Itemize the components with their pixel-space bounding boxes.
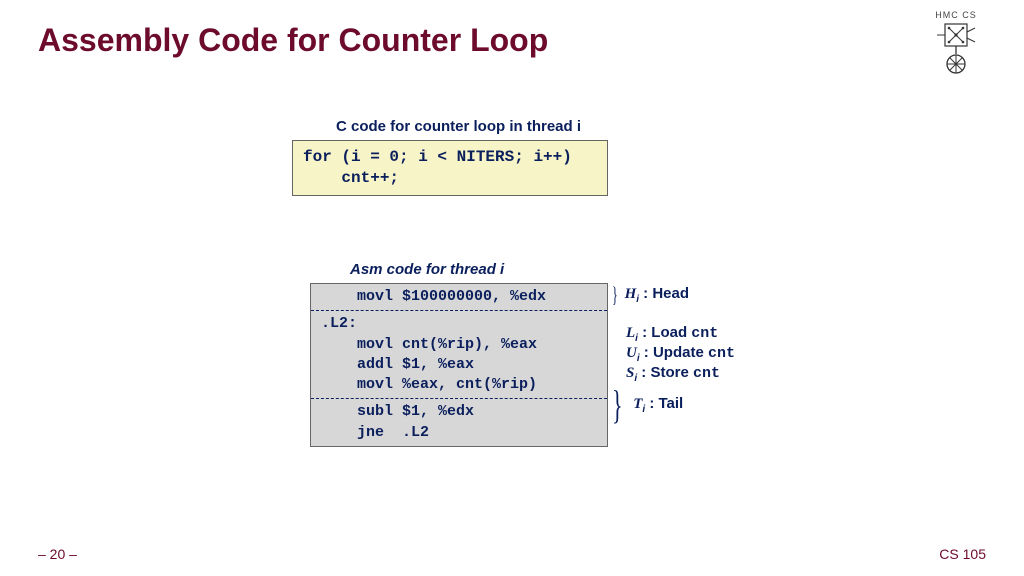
asm-load: movl cnt(%rip), %eax (321, 336, 537, 353)
ann-store-rest: : Store (637, 364, 693, 381)
brace-icon: } (612, 385, 623, 425)
course-label: CS 105 (939, 546, 986, 562)
asm-tail2: jne .L2 (321, 424, 429, 441)
asm-update: addl $1, %eax (321, 356, 474, 373)
ann-load-sym: L (626, 325, 635, 341)
ann-load-row: Li : Load cnt (612, 324, 735, 344)
asm-body-segment: .L2: movl cnt(%rip), %eax addl $1, %eax … (311, 310, 607, 398)
c-code-caption: C code for counter loop in thread i (336, 118, 581, 135)
c-line1: for (i = 0; i < NITERS; i++) (303, 148, 572, 166)
c-line2: cnt++; (303, 169, 399, 187)
asm-tail1: subl $1, %edx (321, 403, 474, 420)
asm-tail-segment: subl $1, %edx jne .L2 (311, 398, 607, 446)
logo-text: HMC CS (926, 10, 986, 20)
annotations: } Hi : Head Li : Load cnt Ui : Update cn… (612, 283, 735, 426)
asm-code-box: movl $100000000, %edx .L2: movl cnt(%rip… (310, 283, 608, 447)
ann-tail: Ti : Tail (633, 395, 683, 415)
ann-update-sym: U (626, 345, 637, 361)
ann-load: Li : Load cnt (626, 324, 718, 344)
ann-update: Ui : Update cnt (626, 344, 735, 364)
hmc-cs-logo: HMC CS (926, 10, 986, 85)
brace-icon: } (612, 284, 618, 306)
logo-graphic (935, 20, 977, 76)
ann-head-sym: H (625, 286, 637, 302)
ann-load-rest: : Load (638, 324, 691, 341)
ann-load-mono: cnt (691, 325, 718, 342)
ann-tail-row: } Ti : Tail (612, 384, 735, 426)
ann-update-row: Ui : Update cnt (612, 344, 735, 364)
ann-store-mono: cnt (693, 365, 720, 382)
ann-tail-rest: : Tail (645, 395, 683, 412)
asm-head-segment: movl $100000000, %edx (311, 284, 607, 310)
ann-store: Si : Store cnt (626, 364, 720, 384)
ann-head: Hi : Head (625, 285, 689, 305)
ann-head-rest: : Head (639, 285, 689, 302)
ann-update-mono: cnt (708, 345, 735, 362)
page-number: – 20 – (38, 546, 77, 562)
asm-store: movl %eax, cnt(%rip) (321, 376, 537, 393)
page-title: Assembly Code for Counter Loop (38, 22, 548, 59)
ann-tail-sym: T (633, 396, 642, 412)
ann-update-rest: : Update (640, 344, 708, 361)
ann-store-row: Si : Store cnt (612, 364, 735, 384)
asm-code-caption: Asm code for thread i (350, 261, 504, 278)
ann-head-row: } Hi : Head (612, 283, 735, 307)
c-code-box: for (i = 0; i < NITERS; i++) cnt++; (292, 140, 608, 196)
asm-label: .L2: (321, 315, 357, 332)
asm-head: movl $100000000, %edx (321, 288, 546, 305)
